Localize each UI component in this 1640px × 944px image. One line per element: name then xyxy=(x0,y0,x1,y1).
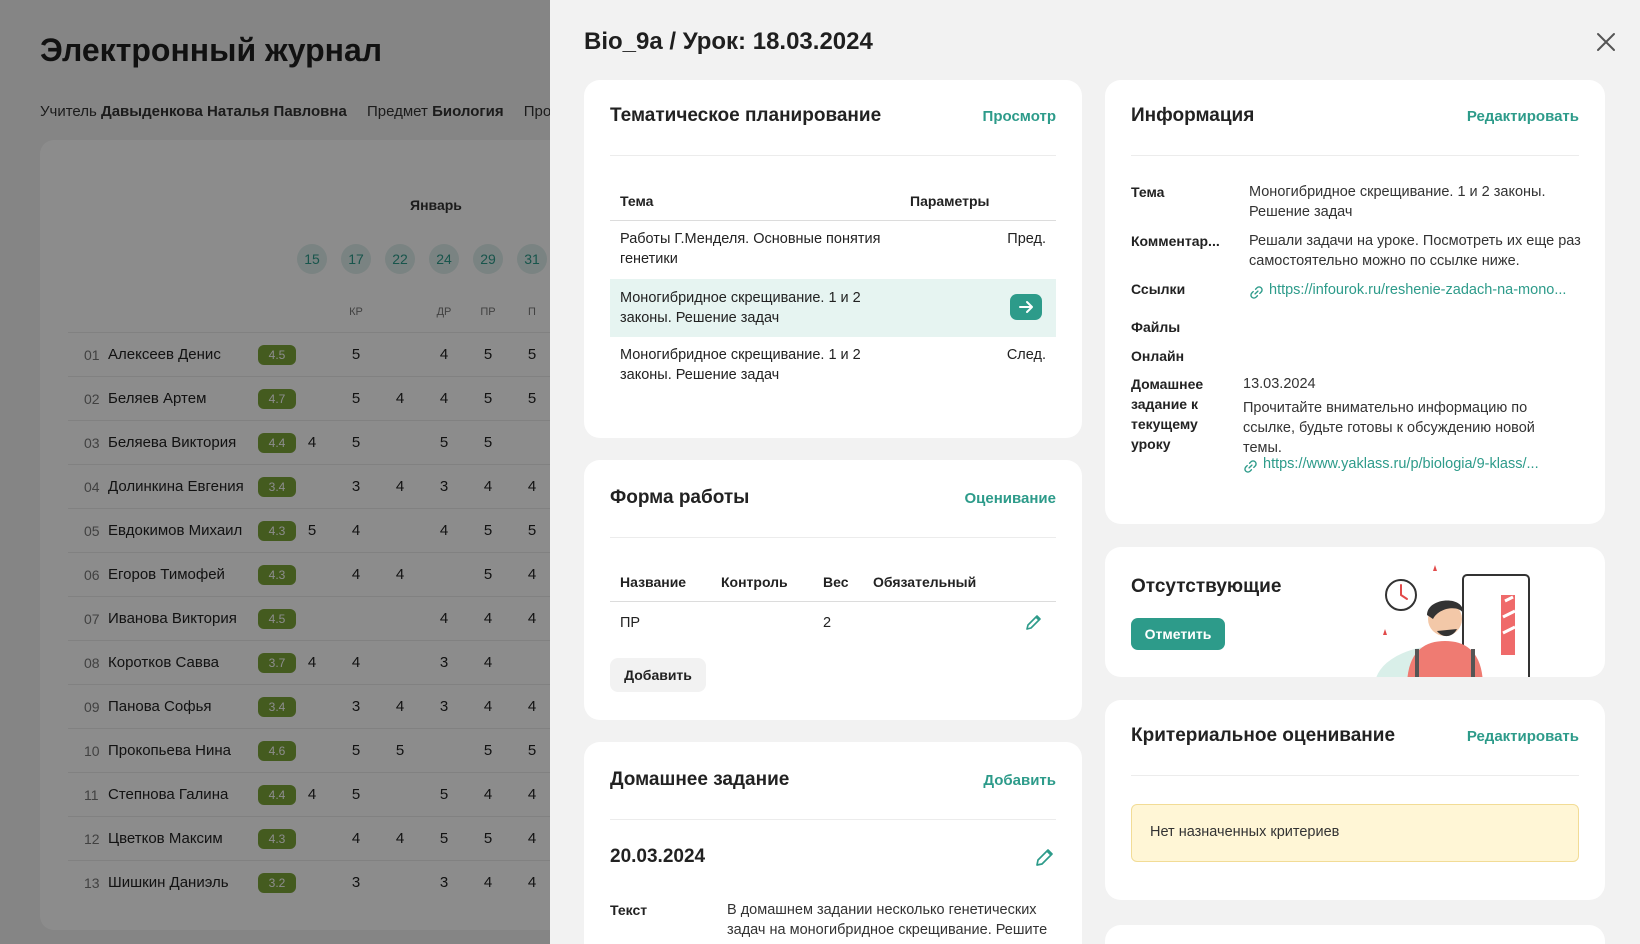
absent-card: Отсутствующие Отметить xyxy=(1105,547,1605,677)
mark-absent-button[interactable]: Отметить xyxy=(1131,618,1225,650)
comment-label: Комментар... xyxy=(1131,233,1220,249)
planning-topic: Моногибридное скрещивание. 1 и 2 законы.… xyxy=(620,347,861,383)
divider xyxy=(610,155,1056,156)
edit-info-button[interactable]: Редактировать xyxy=(1467,108,1579,125)
col-weight: Вес xyxy=(823,574,849,590)
divider xyxy=(1131,775,1579,776)
comment-value: Решали задачи на уроке. Посмотреть их ещ… xyxy=(1249,233,1581,269)
col-required: Обязательный xyxy=(873,574,977,590)
work-form-title: Форма работы xyxy=(610,487,750,508)
divider xyxy=(1131,155,1579,156)
divider xyxy=(610,537,1056,538)
modal-overlay[interactable] xyxy=(0,0,550,944)
arrow-right-icon[interactable] xyxy=(1010,294,1042,320)
grading-button[interactable]: Оценивание xyxy=(964,490,1056,507)
homework-text-label: Текст xyxy=(610,902,648,918)
lesson-link[interactable]: https://infourok.ru/reshenie-zadach-na-m… xyxy=(1269,282,1581,298)
link-icon xyxy=(1244,460,1257,473)
planning-row-current[interactable]: Моногибридное скрещивание. 1 и 2 законы.… xyxy=(610,279,1056,337)
homework-current-date: 13.03.2024 xyxy=(1243,376,1316,392)
planning-title: Тематическое планирование xyxy=(610,105,882,126)
col-topic: Тема xyxy=(620,193,654,209)
planning-param: Пред. xyxy=(1007,231,1046,247)
info-title: Информация xyxy=(1131,105,1255,126)
next-card xyxy=(1105,925,1605,944)
planning-card: Тематическое планирование Просмотр Тема … xyxy=(584,80,1082,438)
topic-value: Моногибридное скрещивание. 1 и 2 законы.… xyxy=(1249,184,1546,220)
edit-pencil-icon[interactable] xyxy=(1024,612,1044,632)
homework-text: В домашнем задании несколько генетически… xyxy=(727,902,1048,938)
planning-row-prev[interactable]: Работы Г.Менделя. Основные понятия генет… xyxy=(610,221,1056,279)
criteria-card: Критериальное оценивание Редактировать Н… xyxy=(1105,700,1605,900)
planning-view-button[interactable]: Просмотр xyxy=(983,108,1056,125)
edit-pencil-icon[interactable] xyxy=(1034,846,1056,868)
no-criteria-notice: Нет назначенных критериев xyxy=(1131,804,1579,862)
homework-current-text: Прочитайте внимательно информацию по ссы… xyxy=(1243,400,1535,456)
homework-title: Домашнее задание xyxy=(610,769,790,790)
student-illustration-icon xyxy=(1376,565,1530,677)
homework-date: 20.03.2024 xyxy=(610,846,706,867)
work-form-weight: 2 xyxy=(823,615,832,631)
absent-title: Отсутствующие xyxy=(1131,576,1282,597)
work-form-card: Форма работы Оценивание Название Контрол… xyxy=(584,460,1082,720)
criteria-title: Критериальное оценивание xyxy=(1131,725,1396,746)
homework-current-link[interactable]: https://www.yaklass.ru/p/biologia/9-klas… xyxy=(1263,456,1563,472)
link-icon xyxy=(1250,286,1263,299)
homework-current-label: Домашнее задание к текущему уроку xyxy=(1131,376,1204,452)
planning-topic: Работы Г.Менделя. Основные понятия генет… xyxy=(620,231,881,267)
planning-param: След. xyxy=(1006,347,1046,363)
lesson-drawer: Bio_9a / Урок: 18.03.2024 Тематическое п… xyxy=(550,0,1640,944)
divider xyxy=(610,819,1056,820)
online-label: Онлайн xyxy=(1131,348,1185,364)
col-control: Контроль xyxy=(721,574,788,590)
add-homework-button[interactable]: Добавить xyxy=(983,772,1056,789)
drawer-title: Bio_9a / Урок: 18.03.2024 xyxy=(584,28,873,55)
info-card: Информация Редактировать Тема Моногибрид… xyxy=(1105,80,1605,524)
work-form-name: ПР xyxy=(620,615,641,631)
close-icon[interactable] xyxy=(1592,28,1620,56)
files-label: Файлы xyxy=(1131,319,1181,335)
topic-label: Тема xyxy=(1131,184,1165,200)
planning-topic: Моногибридное скрещивание. 1 и 2 законы.… xyxy=(620,290,861,326)
col-params: Параметры xyxy=(910,193,990,209)
add-work-form-button[interactable]: Добавить xyxy=(610,658,706,692)
col-name: Название xyxy=(620,574,687,590)
homework-card: Домашнее задание Добавить 20.03.2024 Тек… xyxy=(584,742,1082,944)
links-label: Ссылки xyxy=(1131,281,1186,297)
planning-row-next[interactable]: Моногибридное скрещивание. 1 и 2 законы.… xyxy=(610,337,1056,395)
divider xyxy=(610,601,1056,602)
edit-criteria-button[interactable]: Редактировать xyxy=(1467,728,1579,745)
